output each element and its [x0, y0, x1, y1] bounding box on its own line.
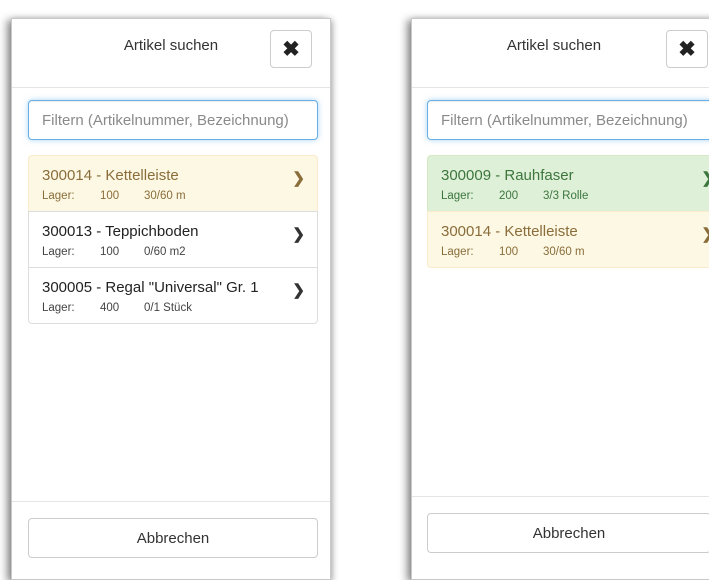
item-title: 300013 - Teppichboden [42, 223, 199, 240]
lager-value: 400 [100, 302, 120, 314]
chevron-right-icon: ❯ [292, 282, 305, 299]
item-title: 300009 - Rauhfaser [441, 167, 574, 184]
stock-value: 30/60 m [144, 190, 186, 202]
dialog-footer: Abbrechen [412, 496, 709, 553]
close-icon: ✖ [282, 37, 300, 61]
dialog-footer: Abbrechen [12, 501, 330, 558]
chevron-right-icon: ❯ [292, 226, 305, 243]
dialog-header: Artikel suchen ✖ [412, 19, 709, 88]
article-list: 300014 - Kettelleiste Lager: 100 30/60 m ❯… [28, 155, 318, 324]
stock-value: 30/60 m [543, 246, 585, 258]
lager-value: 200 [499, 190, 519, 202]
item-title: 300014 - Kettelleiste [441, 223, 578, 240]
lager-label: Lager: [42, 190, 75, 202]
lager-label: Lager: [42, 246, 75, 258]
close-button[interactable]: ✖ [666, 30, 708, 68]
list-item[interactable]: 300009 - Rauhfaser Lager: 200 3/3 Rolle ❯ [427, 155, 709, 212]
item-details: Lager: 200 3/3 Rolle [441, 190, 588, 202]
chevron-right-icon: ❯ [292, 170, 305, 187]
item-details: Lager: 100 0/60 m2 [42, 246, 186, 258]
list-item[interactable]: 300014 - Kettelleiste Lager: 100 30/60 m ❯ [427, 211, 709, 268]
lager-label: Lager: [441, 190, 474, 202]
item-title: 300005 - Regal "Universal" Gr. 1 [42, 279, 259, 296]
article-search-dialog-left: Artikel suchen ✖ 300014 - Kettelleiste L… [11, 18, 331, 580]
stock-value: 3/3 Rolle [543, 190, 589, 202]
article-search-dialog-right: Artikel suchen ✖ 300009 - Rauhfaser Lage… [411, 18, 709, 580]
filter-input[interactable] [427, 100, 709, 140]
list-item[interactable]: 300005 - Regal "Universal" Gr. 1 Lager: 4… [28, 267, 318, 324]
article-list: 300009 - Rauhfaser Lager:2003/3 Rolle ❯ … [427, 155, 709, 268]
lager-value: 100 [100, 246, 120, 258]
close-button[interactable]: ✖ [270, 30, 312, 68]
chevron-right-icon: ❯ [701, 225, 709, 243]
item-title: 300014 - Kettelleiste [42, 167, 179, 184]
close-icon: ✖ [678, 37, 696, 61]
cancel-button[interactable]: Abbrechen [427, 513, 709, 553]
lager-value: 100 [100, 190, 120, 202]
stock-value: 0/1 Stück [144, 302, 192, 314]
item-details: Lager: 100 30/60 m [441, 246, 585, 258]
cancel-button[interactable]: Abbrechen [28, 518, 318, 558]
dialog-title: Artikel suchen [506, 37, 602, 54]
lager-label: Lager: [42, 302, 75, 314]
lager-value: 100 [499, 246, 519, 258]
list-item[interactable]: 300013 - Teppichboden Lager: 100 0/60 m2 ❯ [28, 211, 318, 268]
chevron-right-icon: ❯ [701, 169, 709, 187]
list-item[interactable]: 300014 - Kettelleiste Lager: 100 30/60 m ❯ [28, 155, 318, 212]
lager-label: Lager: [441, 246, 474, 258]
item-details: Lager: 400 0/1 Stück [42, 302, 192, 314]
stock-value: 0/60 m2 [144, 246, 186, 258]
item-details: Lager: 100 30/60 m [42, 190, 186, 202]
dialog-header: Artikel suchen ✖ [12, 19, 330, 88]
filter-input[interactable] [28, 100, 318, 140]
